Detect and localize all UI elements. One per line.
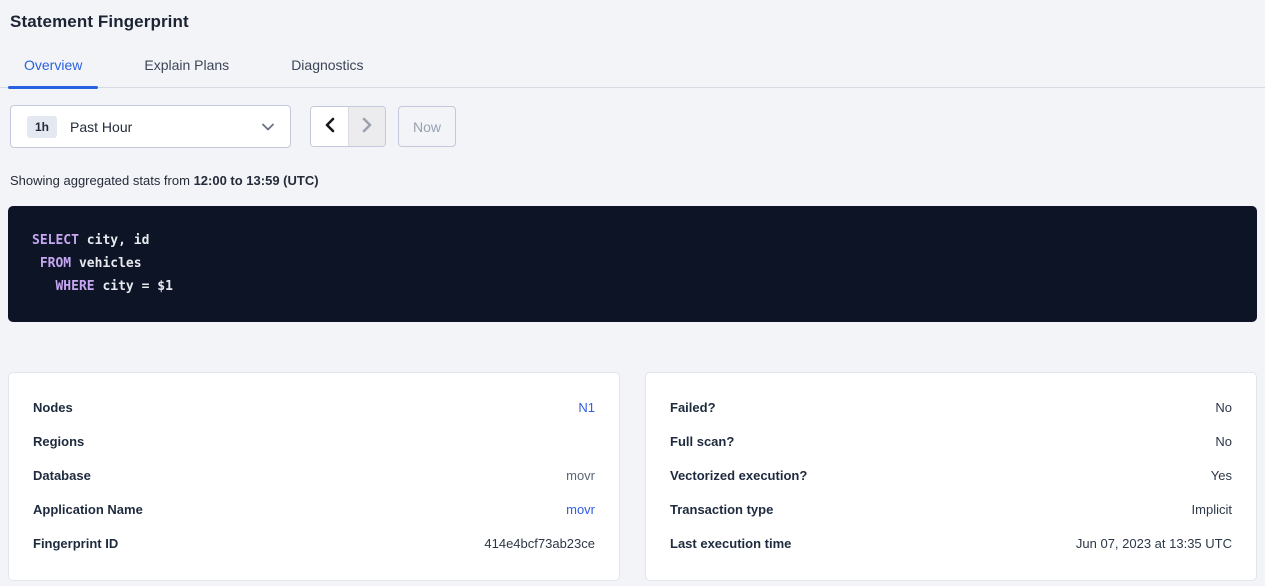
sql-text: city = $1 <box>95 279 173 294</box>
aggregated-stats-text: Showing aggregated stats from 12:00 to 1… <box>10 173 1265 188</box>
nodes-link[interactable]: N1 <box>578 400 595 415</box>
database-value: movr <box>566 468 595 483</box>
last-execution-time-value: Jun 07, 2023 at 13:35 UTC <box>1076 536 1232 551</box>
sql-line: WHERE city = $1 <box>32 275 1233 298</box>
sql-statement-code: SELECT city, id FROM vehicles WHERE city… <box>32 229 1233 298</box>
vectorized-execution-value: Yes <box>1211 468 1232 483</box>
execution-attributes-card: Failed? No Full scan? No Vectorized exec… <box>645 372 1257 581</box>
statement-details-card: Nodes N1 Regions Database movr Applicati… <box>8 372 620 581</box>
tab-overview[interactable]: Overview <box>8 57 98 87</box>
row-label-full-scan: Full scan? <box>670 434 734 449</box>
aggregated-stats-prefix: Showing aggregated stats from <box>10 173 194 188</box>
time-controls: 1h Past Hour Now <box>10 105 1265 148</box>
chevron-right-icon <box>360 117 374 136</box>
table-row: Nodes N1 <box>33 400 595 415</box>
table-row: Last execution time Jun 07, 2023 at 13:3… <box>670 536 1232 551</box>
tab-overview-label: Overview <box>24 57 82 73</box>
table-row: Full scan? No <box>670 434 1232 449</box>
row-label-last-execution-time: Last execution time <box>670 536 791 551</box>
row-label-database: Database <box>33 468 91 483</box>
sql-text: vehicles <box>71 256 141 271</box>
row-label-nodes: Nodes <box>33 400 73 415</box>
sql-line: FROM vehicles <box>32 252 1233 275</box>
time-range-label: Past Hour <box>70 119 132 135</box>
table-row: Transaction type Implicit <box>670 502 1232 517</box>
tab-explain-plans-label: Explain Plans <box>144 57 229 73</box>
failed-value: No <box>1215 400 1232 415</box>
time-range-dropdown[interactable]: 1h Past Hour <box>10 105 291 148</box>
table-row: Vectorized execution? Yes <box>670 468 1232 483</box>
sql-statement-box: SELECT city, id FROM vehicles WHERE city… <box>8 206 1257 322</box>
sql-keyword: SELECT <box>32 233 79 248</box>
table-row: Database movr <box>33 468 595 483</box>
table-row: Regions <box>33 434 595 449</box>
row-label-fingerprint-id: Fingerprint ID <box>33 536 118 551</box>
row-label-transaction-type: Transaction type <box>670 502 773 517</box>
row-label-failed: Failed? <box>670 400 716 415</box>
tab-bar: Overview Explain Plans Diagnostics <box>0 57 1265 88</box>
full-scan-value: No <box>1215 434 1232 449</box>
aggregated-stats-range: 12:00 to 13:59 (UTC) <box>194 173 319 188</box>
sql-line: SELECT city, id <box>32 229 1233 252</box>
row-label-application-name: Application Name <box>33 502 143 517</box>
application-name-link[interactable]: movr <box>566 502 595 517</box>
time-step-button-group <box>310 106 386 147</box>
now-button[interactable]: Now <box>398 106 456 147</box>
transaction-type-value: Implicit <box>1192 502 1232 517</box>
tab-explain-plans[interactable]: Explain Plans <box>128 57 245 87</box>
page-title: Statement Fingerprint <box>10 12 1265 32</box>
table-row: Application Name movr <box>33 502 595 517</box>
table-row: Fingerprint ID 414e4bcf73ab23ce <box>33 536 595 551</box>
tab-diagnostics[interactable]: Diagnostics <box>275 57 379 87</box>
chevron-left-icon <box>323 117 337 136</box>
sql-keyword: WHERE <box>55 279 94 294</box>
sql-text: city, id <box>79 233 149 248</box>
row-label-regions: Regions <box>33 434 84 449</box>
chevron-down-icon <box>262 123 274 131</box>
summary-cards: Nodes N1 Regions Database movr Applicati… <box>8 372 1257 581</box>
sql-keyword: FROM <box>40 256 71 271</box>
tab-diagnostics-label: Diagnostics <box>291 57 363 73</box>
time-range-badge: 1h <box>27 116 57 138</box>
prev-time-button[interactable] <box>311 107 348 146</box>
fingerprint-id-value: 414e4bcf73ab23ce <box>484 536 595 551</box>
row-label-vectorized-execution: Vectorized execution? <box>670 468 807 483</box>
statement-fingerprint-page: Statement Fingerprint Overview Explain P… <box>0 0 1265 586</box>
next-time-button[interactable] <box>348 107 385 146</box>
table-row: Failed? No <box>670 400 1232 415</box>
